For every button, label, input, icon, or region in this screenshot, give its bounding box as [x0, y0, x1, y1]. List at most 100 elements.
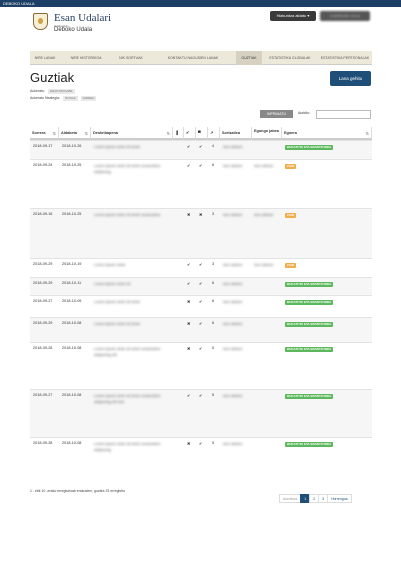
cell-deskribapena[interactable]: Lorem ipsum dolor sit amet consectetur a… — [94, 163, 170, 175]
col-header-sorrera[interactable]: Sorrera ⇅ — [30, 127, 59, 140]
col-header-aldaketa[interactable]: Aldaketa ⇅ — [59, 127, 91, 140]
tasks-table: Sorrera ⇅ Aldaketa ⇅ Deskribapena ⇅ ▐ ✔ ▀ ↗… — [30, 127, 372, 479]
table-row[interactable]: 2018-09-27 2018-10-09 Lorem ipsum dolor si… — [30, 295, 372, 317]
cell-count: 6 — [212, 281, 215, 285]
cell-folder-value: ✔ — [199, 145, 203, 149]
cell-aldaketa: 2018-10-19 — [62, 262, 82, 266]
cell-deskribapena[interactable]: Lorem ipsum dolor sit amet consectetur a… — [94, 393, 170, 405]
cell-egungo-jabea: Izen abizen — [254, 263, 274, 267]
language-dropdown-button[interactable]: Hizkuntza aldatu ▾ — [270, 11, 316, 21]
top-bar: DEBOKO UDALA — [0, 0, 401, 7]
cell-sortzailea: Izen abizen — [223, 347, 243, 351]
status-badge: BUKATUTA ETA ERANTZUNDA — [285, 282, 334, 287]
cell-deskribapena[interactable]: Lorem ipsum dolor sit amet consectetur — [94, 212, 170, 218]
cell-sorrera: 2018-09-17 — [33, 144, 53, 148]
cell-deskribapena[interactable]: Lorem ipsum dolor sit amet consectetur a… — [94, 441, 170, 453]
status-badge: BUKATUTA ETA ERANTZUNDA — [285, 442, 334, 447]
cell-check-value: ✖ — [187, 213, 191, 217]
cell-deskribapena[interactable]: Lorem ipsum dolor sit amet — [94, 144, 170, 150]
status-badge: BUKATUTA ETA ERANTZUNDA — [285, 300, 334, 305]
cell-check-value: ✖ — [187, 347, 191, 351]
col-header-folder[interactable]: ▀ — [196, 127, 208, 140]
status-badge: BUKATUTA ETA ERANTZUNDA — [285, 347, 334, 352]
cell-folder-value: ✔ — [199, 394, 203, 398]
table-row[interactable]: 2018-09-28 2018-10-08 Lorem ipsum dolor si… — [30, 342, 372, 389]
cell-sorrera: 2018-09-29 — [33, 281, 53, 285]
pagination: Aurrekoa 1 2 3 Hurrengoa — [279, 494, 352, 503]
brand-sub: Deboko Udala — [54, 27, 93, 33]
cell-deskribapena[interactable]: Lorem ipsum dolor sit amet — [94, 321, 170, 327]
col-header-arrow[interactable]: ↗ — [208, 127, 220, 140]
cell-count: 3 — [212, 262, 215, 266]
cell-deskribapena[interactable]: Lorem ipsum dolor sit amet consectetur a… — [94, 346, 170, 358]
cell-sorrera: 2018-09-27 — [33, 299, 53, 303]
municipal-shield-icon[interactable] — [33, 13, 48, 30]
tab-estatistika-pertsonalak[interactable]: ESTATISTIKA PERTSONALAK — [318, 51, 372, 65]
check-icon: ✔ — [186, 131, 190, 135]
cell-deskribapena[interactable]: Lorem ipsum dolor — [94, 262, 170, 268]
cell-folder-value: ✔ — [199, 347, 203, 351]
cell-sortzailea: Izen abizen — [223, 263, 243, 267]
pager-next[interactable]: Hurrengoa — [327, 494, 352, 503]
cell-check-value: ✔ — [187, 145, 191, 149]
cell-deskribapena[interactable]: Lorem ipsum dolor sit — [94, 281, 170, 287]
cell-aldaketa: 2018-10-08 — [62, 441, 82, 445]
filter-row-2: Aukeratu fitxategia: IKUSLE GIRREA — [30, 96, 97, 101]
print-button[interactable]: INPRIMATU — [260, 110, 293, 118]
cell-sorrera: 2018-09-28 — [33, 346, 53, 350]
cell-check-value: ✔ — [187, 394, 191, 398]
table-row[interactable]: 2018-09-29 2018-10-19 Lorem ipsum dolor ✔ ✔ 3… — [30, 258, 372, 277]
pager-prev[interactable]: Aurrekoa — [279, 494, 302, 503]
page-title: Guztiak — [30, 70, 75, 85]
col-header-check[interactable]: ✔ — [184, 127, 196, 140]
search-input[interactable] — [316, 110, 371, 119]
tab-estatistika-globalak[interactable]: ESTATISTIKA GLOBALAK — [262, 51, 318, 65]
cell-check-value: ✖ — [187, 300, 191, 304]
cell-count: 6 — [212, 321, 215, 325]
col-header-egungo-jabea[interactable]: Egungo jabea — [252, 127, 282, 140]
folder-icon: ▀ — [198, 131, 201, 135]
cell-aldaketa: 2018-10-26 — [62, 144, 82, 148]
filter2-badge-1[interactable]: IKUSLE — [62, 96, 78, 101]
col-header-sortzailea[interactable]: Sortzailea — [220, 127, 252, 140]
cell-sortzailea: Izen abizen — [223, 282, 243, 286]
table-row[interactable]: 2018-09-29 2018-10-11 Lorem ipsum dolor si… — [30, 277, 372, 295]
tab-nire-historikoa[interactable]: NIRE HISTORIKOA — [60, 51, 112, 65]
cell-sortzailea: Izen abizen — [223, 213, 243, 217]
cell-sortzailea: Izen abizen — [223, 300, 243, 304]
cell-aldaketa: 2018-10-25 — [62, 212, 82, 216]
table-row[interactable]: 2018-09-27 2018-10-08 Lorem ipsum dolor si… — [30, 389, 372, 437]
filter1-badge[interactable]: ERANTZUGABE — [47, 89, 75, 94]
table-row[interactable]: 2018-09-24 2018-10-25 Lorem ipsum dolor si… — [30, 159, 372, 208]
table-row[interactable]: 2018-09-16 2018-10-25 Lorem ipsum dolor si… — [30, 208, 372, 258]
tab-nire-lanak[interactable]: NIRE LANAK — [30, 51, 60, 65]
col-header-egoera[interactable]: Egoera ⇅ — [282, 127, 372, 140]
col-header-deskribapena[interactable]: Deskribapena ⇅ — [91, 127, 173, 140]
cell-check-value: ✔ — [187, 282, 191, 286]
cell-count: 6 — [212, 299, 215, 303]
cell-aldaketa: 2018-10-08 — [62, 321, 82, 325]
cell-sorrera: 2018-09-27 — [33, 393, 53, 397]
tab-kontaktu-nagusien-lanak[interactable]: KONTAKTU NAGUSIEN LANAK — [150, 51, 236, 65]
cell-sortzailea: Izen abizen — [223, 394, 243, 398]
user-menu-button[interactable]: erabiltzaile izena — [320, 11, 370, 21]
cell-folder-value: ✔ — [199, 164, 203, 168]
brand-name[interactable]: Esan Udalari — [54, 12, 111, 24]
search-label: Aurkitu: — [298, 111, 310, 115]
tab-nik-sortuak[interactable]: NIK SORTUAK — [112, 51, 150, 65]
filter2-label: Aukeratu fitxategia: — [30, 96, 60, 100]
status-badge: ZAIN — [285, 213, 296, 218]
table-row[interactable]: 2018-09-17 2018-10-26 Lorem ipsum dolor si… — [30, 140, 372, 159]
cell-count: 5 — [212, 393, 215, 397]
cell-aldaketa: 2018-10-11 — [62, 281, 82, 285]
table-row[interactable]: 2018-09-28 2018-10-08 Lorem ipsum dolor si… — [30, 437, 372, 477]
cell-deskribapena[interactable]: Lorem ipsum dolor sit amet — [94, 299, 170, 305]
table-row[interactable]: 2018-09-29 2018-10-08 Lorem ipsum dolor si… — [30, 317, 372, 342]
cell-sorrera: 2018-09-24 — [33, 163, 53, 167]
tab-guztiak[interactable]: GUZTIAK — [236, 51, 262, 65]
cell-check-value: ✖ — [187, 442, 191, 446]
add-task-button[interactable]: Lana gehitu — [330, 71, 371, 86]
filter2-badge-2[interactable]: GIRREA — [80, 96, 97, 101]
col-header-file[interactable]: ▐ — [173, 127, 184, 140]
table-info: 1 - etik 10 -erako erregistroak erakuste… — [30, 489, 126, 493]
